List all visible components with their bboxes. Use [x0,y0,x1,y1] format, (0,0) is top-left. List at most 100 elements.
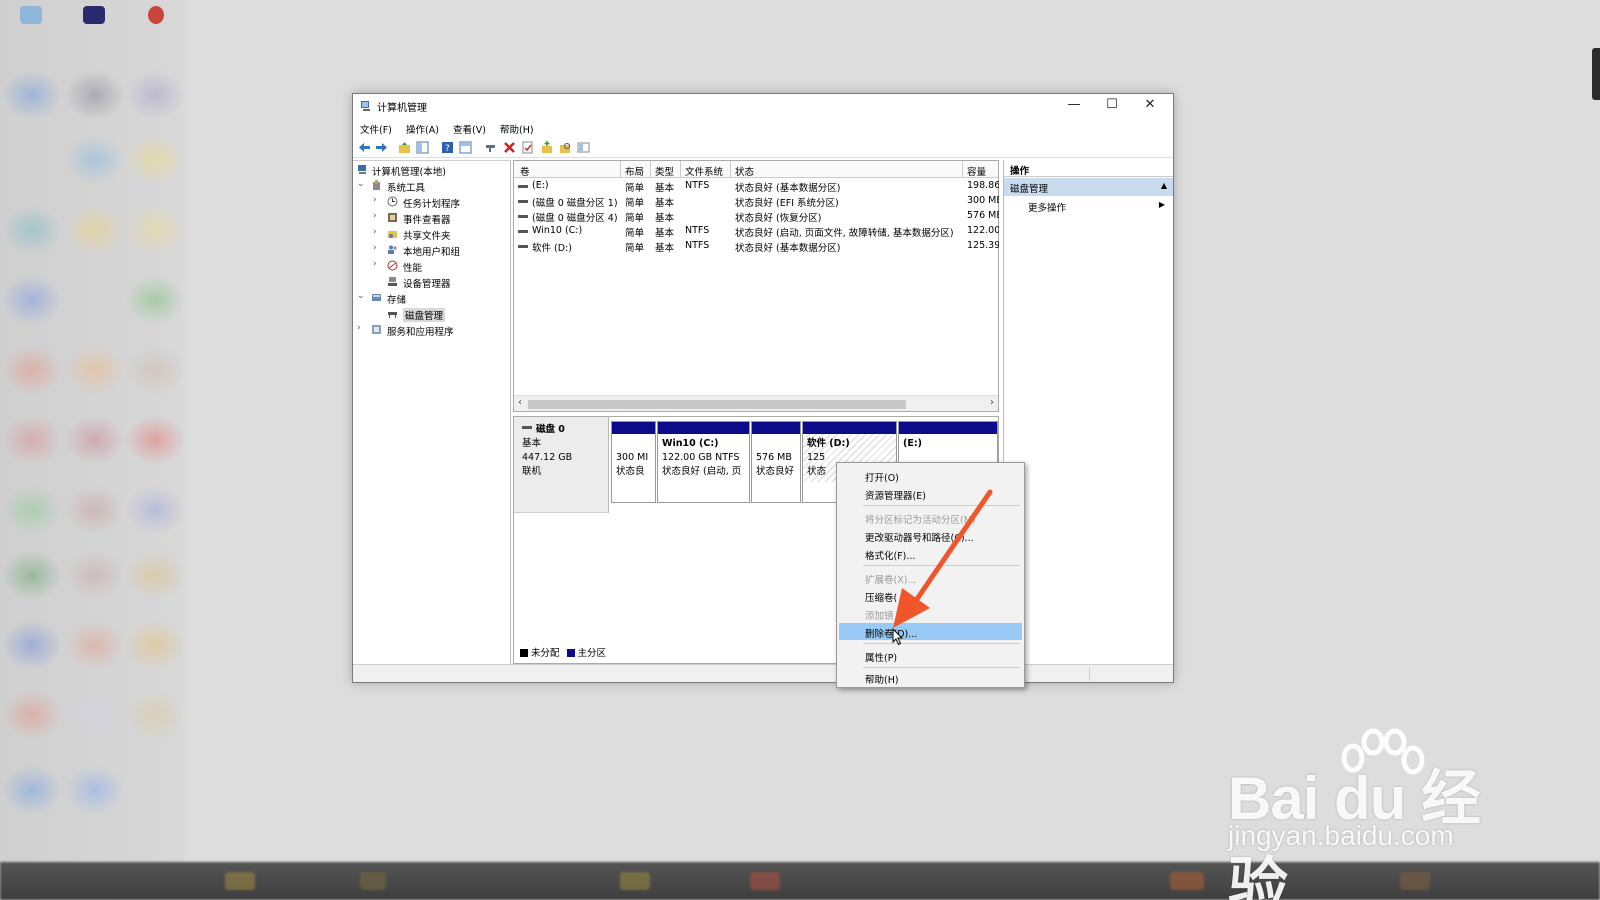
partition-recovery[interactable]: 576 MB 状态良好 [751,421,801,503]
col-type[interactable]: 类型 [655,164,674,178]
forward-arrow-icon[interactable] [375,141,388,154]
col-status[interactable]: 状态 [735,164,754,178]
menu-item-open[interactable]: 打开(O) [839,467,1022,484]
connect-icon[interactable] [484,141,497,154]
chevron-right-icon[interactable]: › [373,243,383,253]
more-actions[interactable]: 更多操作 [1028,200,1066,214]
performance-icon [387,260,398,271]
scroll-left-arrow[interactable]: ‹ [518,397,522,408]
table-row[interactable]: (磁盘 0 磁盘分区 4) 简单 基本 状态良好 (恢复分区) 576 ME [514,209,999,224]
chevron-right-icon[interactable]: › [357,323,367,333]
new-folder-icon[interactable] [541,141,554,154]
title-bar[interactable]: 计算机管理 — ☐ ✕ [353,94,1173,118]
chevron-right-icon[interactable]: › [373,211,383,221]
collapse-up-icon[interactable]: ▲ [1161,181,1167,190]
context-menu: 打开(O) 资源管理器(E) 将分区标记为活动分区(M) 更改驱动器号和路径(C… [836,462,1025,688]
event-log-icon [388,213,397,222]
watermark-url: jingyan.baidu.com [1228,820,1454,851]
legend-unallocated: 未分配 [531,648,560,659]
col-filesystem[interactable]: 文件系统 [685,164,723,178]
desktop-app-icon[interactable] [20,6,42,24]
chevron-right-icon[interactable]: › [373,259,383,269]
services-icon [372,325,381,334]
col-layout[interactable]: 布局 [625,164,644,178]
actions-header: 操作 [1004,160,1173,177]
table-row[interactable]: (E:) 简单 基本 NTFS 状态良好 (基本数据分区) 198.86 [514,179,999,194]
col-volume[interactable]: 卷 [520,164,530,178]
search-folder-icon[interactable] [559,141,572,154]
volume-list-header: 卷 布局 类型 文件系统 状态 容量 [514,161,998,178]
partition-bar [658,422,749,434]
toolbar: ? [353,138,1173,158]
col-capacity[interactable]: 容量 [967,164,986,178]
users-icon [388,245,397,254]
scroll-right-arrow[interactable]: › [990,397,994,408]
close-button[interactable]: ✕ [1131,94,1169,118]
horizontal-scrollbar[interactable]: ‹ › [514,395,998,411]
volume-icon [518,185,528,188]
shared-folder-icon [388,231,397,238]
menu-item-help[interactable]: 帮助(H) [839,669,1022,686]
chevron-right-icon[interactable]: ▶ [1159,200,1165,209]
status-bar [353,664,1173,682]
menu-item-properties[interactable]: 属性(P) [839,647,1022,664]
svg-text:?: ? [445,144,450,154]
device-manager-icon [388,277,397,286]
menu-item-shrink[interactable]: 压缩卷( [839,587,1022,604]
menu-view[interactable]: 查看(V) [453,122,486,136]
menu-item-add-mirror[interactable]: 添加镜 [839,605,1022,622]
menu-help[interactable]: 帮助(H) [500,122,534,136]
clock-icon [387,196,398,207]
show-hide-tree-icon[interactable] [416,141,429,154]
volume-icon [518,230,528,233]
menu-file[interactable]: 文件(F) [360,122,392,136]
disk-0-label[interactable]: 磁盘 0 基本 447.12 GB 联机 [514,417,609,513]
maximize-button[interactable]: ☐ [1093,94,1131,118]
delete-icon[interactable] [503,141,516,154]
actions-pane: 操作 磁盘管理 ▲ 更多操作 ▶ [1003,160,1173,664]
view-panel-icon[interactable] [459,141,472,154]
disk-name: 磁盘 0 [536,424,565,435]
qq-app-icon[interactable] [148,6,164,24]
back-arrow-icon[interactable] [358,141,371,154]
menu-action[interactable]: 操作(A) [406,122,439,136]
legend-primary: 主分区 [577,648,607,659]
chevron-right-icon[interactable]: › [373,227,383,237]
help-icon[interactable]: ? [441,141,454,154]
disk-management-icon [388,312,397,318]
actions-section-disk-management[interactable]: 磁盘管理 ▲ [1004,178,1173,196]
menu-item-format[interactable]: 格式化(F)... [839,545,1022,562]
chevron-down-icon[interactable]: ⌄ [357,179,367,189]
disk-state: 联机 [522,466,542,477]
table-row[interactable]: 软件 (D:) 简单 基本 NTFS 状态良好 (基本数据分区) 125.39 [514,239,999,254]
computer-icon [358,165,366,174]
check-disk-icon[interactable] [521,141,534,154]
storage-icon [372,294,381,301]
scrollbar-thumb[interactable] [528,400,906,409]
premiere-app-icon[interactable] [83,6,105,24]
disk-small-icon [522,426,532,429]
volume-icon [518,200,528,203]
computer-management-window: 计算机管理 — ☐ ✕ 文件(F) 操作(A) 查看(V) 帮助(H) ? 计算… [352,93,1174,683]
partition-bar [899,422,997,434]
menu-item-explorer[interactable]: 资源管理器(E) [839,485,1022,502]
menu-item-mark-active[interactable]: 将分区标记为活动分区(M) [839,509,1022,526]
menu-item-change-letter[interactable]: 更改驱动器号和路径(C)... [839,527,1022,544]
properties-icon[interactable] [577,141,590,154]
partition-c[interactable]: Win10 (C:) 122.00 GB NTFS 状态良好 (启动, 页 [657,421,750,503]
partition-bar [752,422,800,434]
table-row[interactable]: (磁盘 0 磁盘分区 1) 简单 基本 状态良好 (EFI 系统分区) 300 … [514,194,999,209]
partition-bar [803,422,896,434]
table-row[interactable]: Win10 (C:) 简单 基本 NTFS 状态良好 (启动, 页面文件, 故障… [514,224,999,239]
disk-type: 基本 [522,438,542,449]
disk-size: 447.12 GB [522,452,573,463]
window-title: 计算机管理 [377,103,427,114]
minimize-button[interactable]: — [1055,94,1093,118]
menu-item-delete-volume[interactable]: 删除卷(D)... [839,623,1022,640]
partition-efi[interactable]: 300 MI 状态良 [611,421,656,503]
tools-icon [373,180,380,190]
chevron-right-icon[interactable]: › [373,195,383,205]
menu-item-extend[interactable]: 扩展卷(X)... [839,569,1022,586]
up-folder-icon[interactable] [398,141,411,154]
chevron-down-icon[interactable]: ⌄ [357,291,367,301]
